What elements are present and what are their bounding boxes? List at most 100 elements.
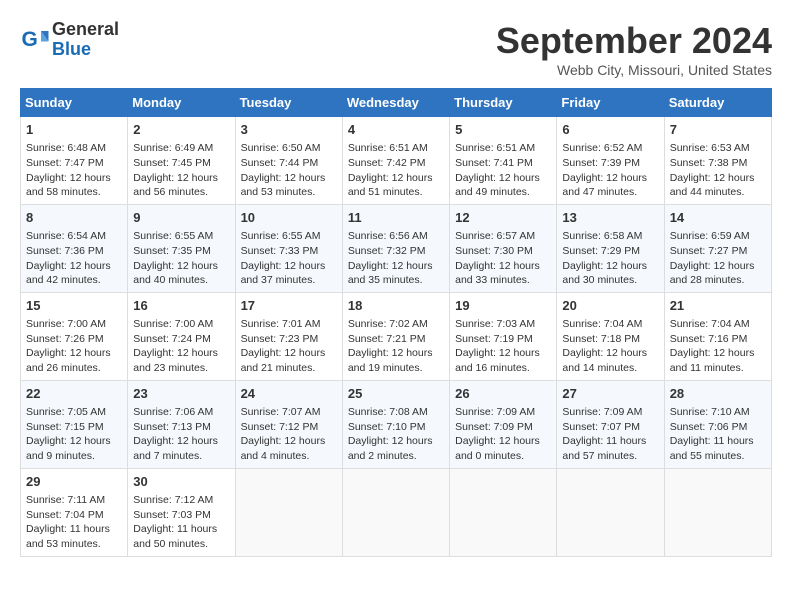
cell-info: Sunrise: 6:52 AMSunset: 7:39 PMDaylight:… (562, 141, 658, 200)
calendar-cell (450, 468, 557, 556)
day-number: 24 (241, 385, 337, 403)
day-number: 9 (133, 209, 229, 227)
calendar-cell: 24 Sunrise: 7:07 AMSunset: 7:12 PMDayligh… (235, 380, 342, 468)
calendar-cell: 29 Sunrise: 7:11 AMSunset: 7:04 PMDayligh… (21, 468, 128, 556)
cell-info: Sunrise: 6:55 AMSunset: 7:33 PMDaylight:… (241, 229, 337, 288)
day-number: 7 (670, 121, 766, 139)
weekday-header-monday: Monday (128, 89, 235, 117)
weekday-header-sunday: Sunday (21, 89, 128, 117)
calendar-cell: 7 Sunrise: 6:53 AMSunset: 7:38 PMDaylight… (664, 117, 771, 205)
calendar-cell: 30 Sunrise: 7:12 AMSunset: 7:03 PMDayligh… (128, 468, 235, 556)
cell-info: Sunrise: 7:02 AMSunset: 7:21 PMDaylight:… (348, 317, 444, 376)
cell-info: Sunrise: 7:09 AMSunset: 7:09 PMDaylight:… (455, 405, 551, 464)
day-number: 21 (670, 297, 766, 315)
calendar-cell: 22Sunrise: 7:05 AMSunset: 7:15 PMDayligh… (21, 380, 128, 468)
cell-info: Sunrise: 7:06 AMSunset: 7:13 PMDaylight:… (133, 405, 229, 464)
cell-info: Sunrise: 7:11 AMSunset: 7:04 PMDaylight:… (26, 493, 122, 552)
day-number: 15 (26, 297, 122, 315)
cell-info: Sunrise: 6:54 AMSunset: 7:36 PMDaylight:… (26, 229, 122, 288)
week-row-1: 1Sunrise: 6:48 AMSunset: 7:47 PMDaylight… (21, 117, 772, 205)
weekday-header-wednesday: Wednesday (342, 89, 449, 117)
calendar-cell: 19 Sunrise: 7:03 AMSunset: 7:19 PMDayligh… (450, 292, 557, 380)
cell-info: Sunrise: 7:03 AMSunset: 7:19 PMDaylight:… (455, 317, 551, 376)
calendar-cell: 25 Sunrise: 7:08 AMSunset: 7:10 PMDayligh… (342, 380, 449, 468)
cell-info: Sunrise: 7:09 AMSunset: 7:07 PMDaylight:… (562, 405, 658, 464)
cell-info: Sunrise: 6:51 AMSunset: 7:42 PMDaylight:… (348, 141, 444, 200)
day-number: 12 (455, 209, 551, 227)
weekday-header-saturday: Saturday (664, 89, 771, 117)
day-number: 14 (670, 209, 766, 227)
cell-info: Sunrise: 7:00 AMSunset: 7:24 PMDaylight:… (133, 317, 229, 376)
logo-line2: Blue (52, 40, 119, 60)
weekday-header-row: SundayMondayTuesdayWednesdayThursdayFrid… (21, 89, 772, 117)
calendar-cell: 8 Sunrise: 6:54 AMSunset: 7:36 PMDaylight… (21, 204, 128, 292)
day-number: 13 (562, 209, 658, 227)
day-number: 16 (133, 297, 229, 315)
day-number: 19 (455, 297, 551, 315)
cell-info: Sunrise: 6:57 AMSunset: 7:30 PMDaylight:… (455, 229, 551, 288)
svg-text:G: G (22, 28, 38, 51)
day-number: 27 (562, 385, 658, 403)
calendar-cell (342, 468, 449, 556)
week-row-3: 15 Sunrise: 7:00 AMSunset: 7:26 PMDayligh… (21, 292, 772, 380)
calendar-cell: 20Sunrise: 7:04 AMSunset: 7:18 PMDayligh… (557, 292, 664, 380)
cell-info: Sunrise: 7:08 AMSunset: 7:10 PMDaylight:… (348, 405, 444, 464)
logo-line1: General (52, 20, 119, 40)
cell-info: Sunrise: 6:48 AMSunset: 7:47 PMDaylight:… (26, 141, 122, 200)
day-number: 3 (241, 121, 337, 139)
day-number: 8 (26, 209, 122, 227)
calendar-cell: 16 Sunrise: 7:00 AMSunset: 7:24 PMDayligh… (128, 292, 235, 380)
weekday-header-thursday: Thursday (450, 89, 557, 117)
calendar-cell: 15 Sunrise: 7:00 AMSunset: 7:26 PMDayligh… (21, 292, 128, 380)
calendar-header: SundayMondayTuesdayWednesdayThursdayFrid… (21, 89, 772, 117)
calendar-cell: 11 Sunrise: 6:56 AMSunset: 7:32 PMDayligh… (342, 204, 449, 292)
cell-info: Sunrise: 7:04 AMSunset: 7:16 PMDaylight:… (670, 317, 766, 376)
day-number: 25 (348, 385, 444, 403)
cell-info: Sunrise: 6:59 AMSunset: 7:27 PMDaylight:… (670, 229, 766, 288)
day-number: 11 (348, 209, 444, 227)
logo-icon: G (20, 25, 50, 55)
cell-info: Sunrise: 6:55 AMSunset: 7:35 PMDaylight:… (133, 229, 229, 288)
cell-info: Sunrise: 7:01 AMSunset: 7:23 PMDaylight:… (241, 317, 337, 376)
cell-info: Sunrise: 6:56 AMSunset: 7:32 PMDaylight:… (348, 229, 444, 288)
calendar-cell: 23Sunrise: 7:06 AMSunset: 7:13 PMDayligh… (128, 380, 235, 468)
calendar-cell: 17 Sunrise: 7:01 AMSunset: 7:23 PMDayligh… (235, 292, 342, 380)
cell-info: Sunrise: 6:58 AMSunset: 7:29 PMDaylight:… (562, 229, 658, 288)
weekday-header-friday: Friday (557, 89, 664, 117)
cell-info: Sunrise: 6:51 AMSunset: 7:41 PMDaylight:… (455, 141, 551, 200)
calendar-cell (664, 468, 771, 556)
calendar-table: SundayMondayTuesdayWednesdayThursdayFrid… (20, 88, 772, 557)
cell-info: Sunrise: 7:12 AMSunset: 7:03 PMDaylight:… (133, 493, 229, 552)
calendar-cell: 10Sunrise: 6:55 AMSunset: 7:33 PMDayligh… (235, 204, 342, 292)
location: Webb City, Missouri, United States (496, 62, 772, 78)
day-number: 29 (26, 473, 122, 491)
week-row-2: 8 Sunrise: 6:54 AMSunset: 7:36 PMDaylight… (21, 204, 772, 292)
cell-info: Sunrise: 6:49 AMSunset: 7:45 PMDaylight:… (133, 141, 229, 200)
week-row-4: 22Sunrise: 7:05 AMSunset: 7:15 PMDayligh… (21, 380, 772, 468)
logo: G General Blue (20, 20, 119, 60)
cell-info: Sunrise: 7:07 AMSunset: 7:12 PMDaylight:… (241, 405, 337, 464)
calendar-cell: 12 Sunrise: 6:57 AMSunset: 7:30 PMDayligh… (450, 204, 557, 292)
calendar-cell: 18 Sunrise: 7:02 AMSunset: 7:21 PMDayligh… (342, 292, 449, 380)
calendar-cell: 1Sunrise: 6:48 AMSunset: 7:47 PMDaylight… (21, 117, 128, 205)
calendar-cell: 14 Sunrise: 6:59 AMSunset: 7:27 PMDayligh… (664, 204, 771, 292)
cell-info: Sunrise: 7:00 AMSunset: 7:26 PMDaylight:… (26, 317, 122, 376)
cell-info: Sunrise: 6:53 AMSunset: 7:38 PMDaylight:… (670, 141, 766, 200)
cell-info: Sunrise: 7:10 AMSunset: 7:06 PMDaylight:… (670, 405, 766, 464)
calendar-cell: 4Sunrise: 6:51 AMSunset: 7:42 PMDaylight… (342, 117, 449, 205)
day-number: 17 (241, 297, 337, 315)
day-number: 20 (562, 297, 658, 315)
calendar-cell (557, 468, 664, 556)
day-number: 30 (133, 473, 229, 491)
calendar-cell: 21 Sunrise: 7:04 AMSunset: 7:16 PMDayligh… (664, 292, 771, 380)
day-number: 26 (455, 385, 551, 403)
calendar-cell: 9 Sunrise: 6:55 AMSunset: 7:35 PMDaylight… (128, 204, 235, 292)
day-number: 5 (455, 121, 551, 139)
title-area: September 2024 Webb City, Missouri, Unit… (496, 20, 772, 78)
calendar-cell: 27 Sunrise: 7:09 AMSunset: 7:07 PMDayligh… (557, 380, 664, 468)
day-number: 18 (348, 297, 444, 315)
month-title: September 2024 (496, 20, 772, 62)
cell-info: Sunrise: 7:05 AMSunset: 7:15 PMDaylight:… (26, 405, 122, 464)
calendar-body: 1Sunrise: 6:48 AMSunset: 7:47 PMDaylight… (21, 117, 772, 557)
day-number: 2 (133, 121, 229, 139)
